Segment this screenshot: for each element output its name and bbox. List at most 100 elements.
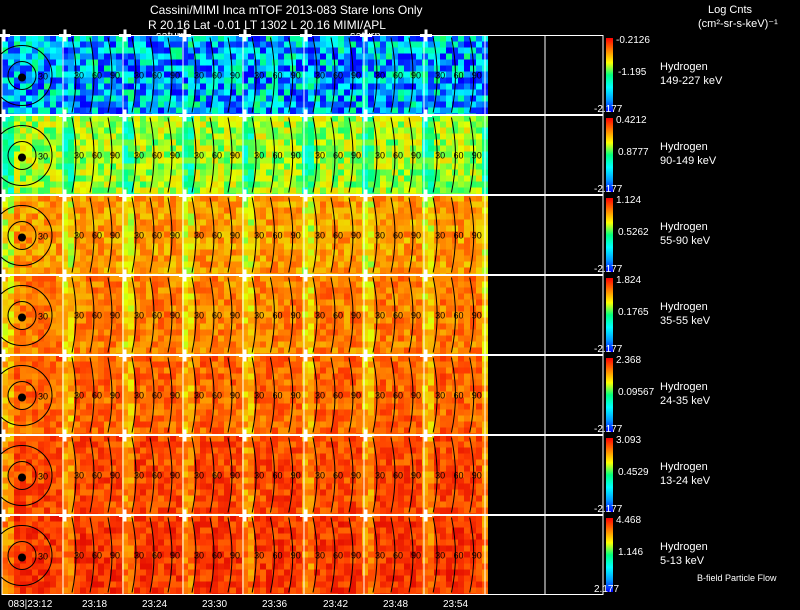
heatmap-cell [14, 208, 20, 214]
heatmap-cell [446, 182, 452, 188]
heatmap-cell [440, 182, 446, 188]
heatmap-cell [254, 36, 260, 42]
heatmap-cell [146, 244, 152, 250]
heatmap-cell [146, 176, 152, 182]
heatmap-cell [320, 220, 326, 226]
heatmap-cell [80, 214, 86, 220]
heatmap-cell [266, 158, 272, 164]
heatmap-cell [248, 170, 254, 176]
heatmap-cell [26, 232, 32, 238]
heatmap-cell [362, 244, 368, 250]
heatmap-cell [254, 268, 260, 274]
heatmap-cell [266, 170, 272, 176]
heatmap-cell [200, 176, 206, 182]
heatmap-cell [296, 244, 302, 250]
heatmap-cell [134, 108, 140, 114]
heatmap-cell [110, 122, 116, 128]
heatmap-cell [116, 348, 122, 354]
heatmap-cell [104, 330, 110, 336]
heatmap-cell [278, 60, 284, 66]
heatmap-cell [476, 356, 482, 362]
heatmap-cell [416, 208, 422, 214]
heatmap-cell [116, 208, 122, 214]
heatmap-cell [92, 276, 98, 282]
heatmap-cell [284, 182, 290, 188]
heatmap-cell [260, 182, 266, 188]
heatmap-cell [200, 208, 206, 214]
heatmap-cell [410, 90, 416, 96]
heatmap-cell [338, 170, 344, 176]
heatmap-cell [326, 244, 332, 250]
heatmap-cell [86, 250, 92, 256]
heatmap-cell [320, 202, 326, 208]
heatmap-cell [374, 108, 380, 114]
contour-label: 30 [375, 231, 385, 241]
heatmap-cell [428, 90, 434, 96]
heatmap-cell [386, 226, 392, 232]
heatmap-cell [236, 336, 242, 342]
heatmap-cell [326, 294, 332, 300]
heatmap-cell [68, 140, 74, 146]
heatmap-cell [380, 102, 386, 108]
heatmap-cell [464, 220, 470, 226]
heatmap-cell [422, 294, 428, 300]
heatmap-cell [176, 96, 182, 102]
heatmap-cell [314, 348, 320, 354]
heatmap-cell [248, 220, 254, 226]
heatmap-cell [404, 312, 410, 318]
heatmap-cell [422, 342, 428, 348]
heatmap-cell [248, 250, 254, 256]
heatmap-cell [254, 84, 260, 90]
heatmap-cell [8, 268, 14, 274]
heatmap-cell [140, 196, 146, 202]
heatmap-cell [20, 146, 26, 152]
heatmap-cell [386, 96, 392, 102]
heatmap-cell [344, 312, 350, 318]
heatmap-cell [398, 140, 404, 146]
heatmap-cell [98, 300, 104, 306]
heatmap-cell [398, 342, 404, 348]
heatmap-cell [296, 42, 302, 48]
heatmap-cell [398, 256, 404, 262]
heatmap-cell [398, 182, 404, 188]
heatmap-cell [386, 60, 392, 66]
heatmap-cell [140, 208, 146, 214]
heatmap-cell [398, 276, 404, 282]
heatmap-cell [368, 152, 374, 158]
heatmap-cell [290, 54, 296, 60]
heatmap-cell [398, 282, 404, 288]
heatmap-cell [386, 312, 392, 318]
contour-label: 60 [152, 311, 162, 321]
heatmap-cell [404, 238, 410, 244]
heatmap-cell [302, 214, 308, 220]
heatmap-cell [356, 102, 362, 108]
heatmap-cell [290, 300, 296, 306]
heatmap-cell [302, 362, 308, 368]
heatmap-cell [278, 288, 284, 294]
heatmap-cell [308, 250, 314, 256]
heatmap-cell [200, 90, 206, 96]
heatmap-cell [362, 300, 368, 306]
heatmap-cell [170, 268, 176, 274]
heatmap-cell [380, 214, 386, 220]
heatmap-cell [200, 182, 206, 188]
heatmap-cell [272, 182, 278, 188]
heatmap-cell [254, 220, 260, 226]
heatmap-cell [68, 368, 74, 374]
heatmap-cell [326, 102, 332, 108]
heatmap-cell [14, 66, 20, 72]
heatmap-cell [404, 152, 410, 158]
heatmap-cell [176, 170, 182, 176]
contour-label: 60 [393, 311, 403, 321]
heatmap-cell [188, 288, 194, 294]
heatmap-cell [50, 312, 56, 318]
heatmap-cell [2, 66, 8, 72]
heatmap-cell [260, 220, 266, 226]
heatmap-cell [50, 268, 56, 274]
heatmap-cell [56, 214, 62, 220]
heatmap-cell [146, 288, 152, 294]
heatmap-cell [464, 294, 470, 300]
heatmap-cell [296, 84, 302, 90]
heatmap-cell [320, 196, 326, 202]
heatmap-cell [74, 342, 80, 348]
